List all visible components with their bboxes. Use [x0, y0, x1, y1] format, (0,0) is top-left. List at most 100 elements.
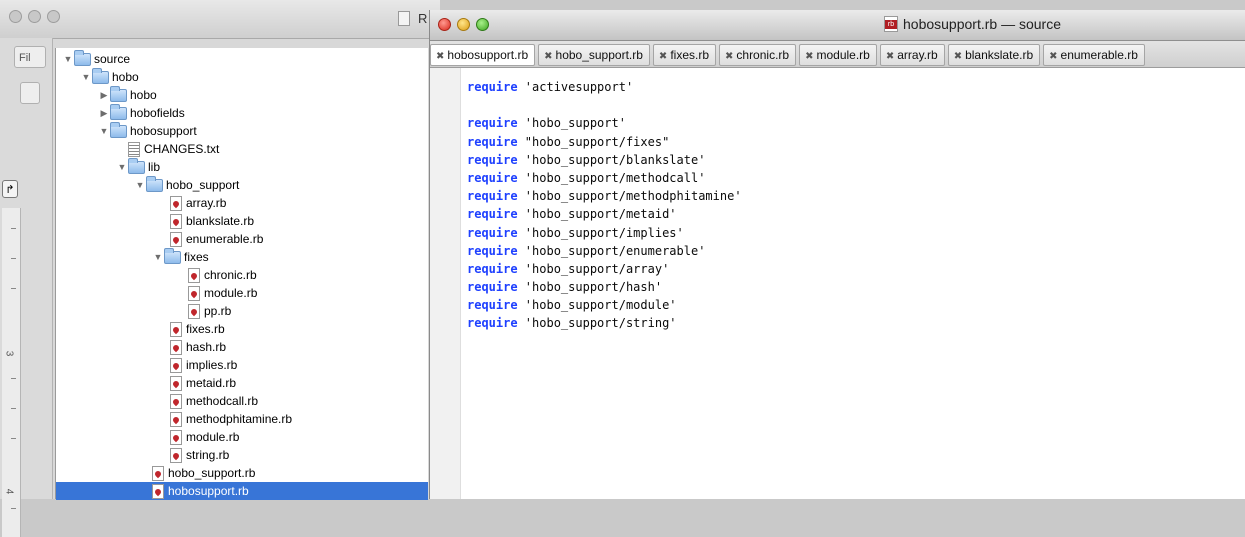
tree-item-implies[interactable]: implies.rb [170, 356, 237, 374]
folder-icon [128, 157, 145, 174]
tree-item-hobo-sub[interactable]: ▶ hobo [98, 85, 157, 104]
tree-item-hobo[interactable]: ▼ hobo [80, 67, 139, 86]
string-literal: 'hobo_support/methodphitamine' [517, 189, 742, 204]
tree-item-lib[interactable]: ▼ lib [116, 157, 161, 176]
tree-item-fixes-module[interactable]: module.rb [188, 284, 257, 302]
tree-item-methodcall[interactable]: methodcall.rb [170, 392, 258, 410]
ruler-toggle-button[interactable]: ↱ [2, 180, 18, 198]
disclosure-open-icon[interactable]: ▼ [152, 248, 164, 266]
toolbar-button[interactable] [20, 82, 40, 104]
tab-fixes-rb[interactable]: ✖ fixes.rb [652, 44, 716, 66]
tree-item-fixes[interactable]: ▼ fixes [152, 247, 209, 266]
tree-item-hobo-support-rb[interactable]: hobo_support.rb [152, 464, 255, 482]
ruby-file-icon [170, 393, 182, 409]
tab-close-icon[interactable]: ✖ [954, 51, 962, 62]
keyword: require [467, 261, 518, 276]
tab-label: hobo_support.rb [555, 48, 643, 62]
background-window-titlebar[interactable]: R [0, 0, 440, 39]
tab-hobo-support-rb[interactable]: ✖ hobo_support.rb [538, 44, 650, 66]
tab-enumerable-rb[interactable]: ✖ enumerable.rb [1043, 44, 1145, 66]
tree-item-hash[interactable]: hash.rb [170, 338, 226, 356]
folder-icon [74, 49, 91, 66]
editor-gutter[interactable] [430, 68, 461, 499]
zoom-button-icon[interactable] [476, 18, 489, 31]
disclosure-closed-icon[interactable]: ▶ [98, 86, 110, 104]
tree-item-enumerable[interactable]: enumerable.rb [170, 230, 263, 248]
code-line: require "hobo_support/fixes" [467, 133, 742, 151]
tab-close-icon[interactable]: ✖ [725, 51, 733, 62]
tree-item-chronic[interactable]: chronic.rb [188, 266, 257, 284]
tree-item-hobosupport-rb[interactable]: hobosupport.rb [56, 482, 428, 500]
ruby-file-icon [170, 213, 182, 229]
keyword: require [467, 134, 518, 149]
string-literal: 'hobo_support' [517, 116, 626, 131]
tree-item-pp[interactable]: pp.rb [188, 302, 231, 320]
file-tree: ▼ source ▼ hobo ▶ hobo ▶ hobofields ▼ ho… [55, 48, 428, 500]
ruby-file-icon [170, 195, 182, 211]
tree-item-label: fixes [184, 250, 209, 264]
disclosure-open-icon[interactable]: ▼ [98, 122, 110, 140]
minimize-button-icon[interactable] [457, 18, 470, 31]
code-line: require 'hobo_support/string' [467, 314, 742, 332]
folder-icon [164, 247, 181, 264]
tree-item-label: array.rb [186, 196, 227, 210]
ruby-file-icon [170, 231, 182, 247]
editor-titlebar[interactable]: hobosupport.rb — source [430, 10, 1245, 41]
ruler-number: 3 [3, 350, 15, 357]
disclosure-open-icon[interactable]: ▼ [116, 158, 128, 176]
tree-item-blankslate[interactable]: blankslate.rb [170, 212, 254, 230]
tab-close-icon[interactable]: ✖ [544, 51, 552, 62]
ruby-file-icon [170, 375, 182, 391]
disclosure-open-icon[interactable]: ▼ [80, 68, 92, 86]
background-window-title: R [418, 11, 428, 26]
tree-item-string[interactable]: string.rb [170, 446, 229, 464]
tree-item-methodphitamine[interactable]: methodphitamine.rb [170, 410, 292, 428]
tab-label: blankslate.rb [965, 48, 1034, 62]
tree-item-label: implies.rb [186, 358, 238, 372]
filter-field[interactable]: Fil [14, 46, 46, 68]
string-literal: "hobo_support/fixes" [517, 134, 670, 149]
tree-item-label: hobosupport.rb [168, 484, 249, 498]
tree-item-fixes-rb[interactable]: fixes.rb [170, 320, 225, 338]
tree-item-label: lib [148, 160, 161, 174]
ruby-file-icon [884, 16, 898, 32]
disclosure-open-icon[interactable]: ▼ [62, 50, 74, 68]
tree-item-source[interactable]: ▼ source [62, 49, 130, 68]
string-literal: 'hobo_support/array' [517, 261, 670, 276]
minimize-light-icon[interactable] [28, 10, 41, 23]
tree-item-metaid[interactable]: metaid.rb [170, 374, 236, 392]
tab-close-icon[interactable]: ✖ [886, 51, 894, 62]
tree-item-hobosupport[interactable]: ▼ hobosupport [98, 121, 197, 140]
tab-module-rb[interactable]: ✖ module.rb [799, 44, 877, 66]
disclosure-closed-icon[interactable]: ▶ [98, 104, 110, 122]
tab-chronic-rb[interactable]: ✖ chronic.rb [719, 44, 797, 66]
tab-hobosupport-rb[interactable]: ✖ hobosupport.rb [430, 44, 536, 66]
keyword: require [467, 225, 518, 240]
tab-close-icon[interactable]: ✖ [805, 51, 813, 62]
tree-item-hobo-support[interactable]: ▼ hobo_support [134, 175, 239, 194]
tree-item-module[interactable]: module.rb [170, 428, 239, 446]
close-light-icon[interactable] [9, 10, 22, 23]
editor-window: hobosupport.rb — source ✖hobosupport.rb … [429, 10, 1245, 499]
close-button-icon[interactable] [438, 18, 451, 31]
tab-blankslate-rb[interactable]: ✖ blankslate.rb [947, 44, 1041, 66]
tab-close-icon[interactable]: ✖ [659, 51, 667, 62]
tab-close-icon[interactable]: ✖ [1049, 51, 1057, 62]
keyword: require [467, 116, 518, 131]
zoom-light-icon[interactable] [47, 10, 60, 23]
ruby-file-icon [170, 321, 182, 337]
tree-item-hobofields[interactable]: ▶ hobofields [98, 103, 185, 122]
tree-item-label: methodcall.rb [186, 394, 259, 408]
code-line: require 'hobo_support/blankslate' [467, 151, 742, 169]
code-line: require 'hobo_support/module' [467, 296, 742, 314]
code-editor[interactable]: require 'activesupport' require 'hobo_su… [467, 78, 742, 333]
disclosure-open-icon[interactable]: ▼ [134, 176, 146, 194]
tab-close-icon[interactable]: ✖ [436, 51, 444, 62]
keyword: require [467, 207, 518, 222]
tab-array-rb[interactable]: ✖ array.rb [879, 44, 945, 66]
tree-item-changes[interactable]: CHANGES.txt [128, 140, 219, 158]
tree-item-label: module.rb [204, 286, 258, 300]
tree-item-array[interactable]: array.rb [170, 194, 226, 212]
tree-item-label: CHANGES.txt [144, 142, 220, 156]
